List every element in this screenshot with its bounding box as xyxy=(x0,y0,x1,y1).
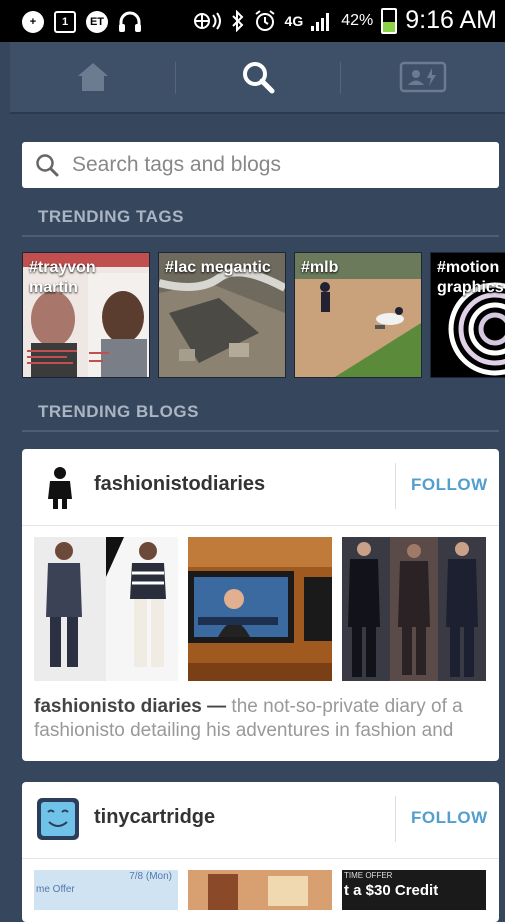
tag-label: #motion graphics xyxy=(437,259,504,296)
et-app-icon: ET xyxy=(86,11,108,33)
blog-name[interactable]: tinycartridge xyxy=(94,806,215,829)
tag-tile[interactable]: #lac megantic xyxy=(158,252,286,378)
clock: 9:16 AM xyxy=(405,6,497,34)
post-image xyxy=(342,537,486,681)
thumbnail-text: t a $30 Credit xyxy=(344,882,439,899)
tag-tile[interactable]: #mlb xyxy=(294,252,422,378)
tag-label: #lac megantic xyxy=(165,259,271,276)
bluetooth-icon xyxy=(231,9,243,32)
post-image xyxy=(188,870,332,910)
header-divider xyxy=(395,463,396,509)
search-icon xyxy=(242,62,274,94)
tag-label: #mlb xyxy=(301,259,339,276)
blog-card-header: tinycartridge FOLLOW xyxy=(22,782,499,859)
follow-button[interactable]: FOLLOW xyxy=(411,475,488,495)
blog-post-thumbnail[interactable]: TIME OFFER t a $30 Credit xyxy=(342,870,486,910)
blog-avatar[interactable] xyxy=(36,796,80,842)
search-input[interactable] xyxy=(70,152,474,178)
activity-icon xyxy=(399,61,446,93)
thumbnail-text: 7/8 (Mon) xyxy=(129,871,172,882)
tag-tile[interactable]: #trayvon martin xyxy=(22,252,150,378)
search-box[interactable] xyxy=(22,142,499,188)
blog-post-thumbnail[interactable]: 7/8 (Mon) me Offer xyxy=(34,870,178,910)
header-divider xyxy=(395,796,396,842)
section-divider xyxy=(22,235,499,237)
add-notification-icon: + xyxy=(22,11,44,33)
post-image xyxy=(188,537,332,681)
nav-activity-tab[interactable] xyxy=(340,42,505,112)
section-divider xyxy=(22,430,499,432)
search-icon xyxy=(36,154,59,177)
tag-label: #trayvon martin xyxy=(29,259,96,296)
alarm-icon xyxy=(254,9,275,31)
trending-tags-carousel[interactable]: #trayvon martin #lac megantic #mlb #moti… xyxy=(22,252,505,378)
nav-home-tab[interactable] xyxy=(10,42,175,112)
blog-post-thumbnail[interactable] xyxy=(34,537,178,681)
blog-post-thumbnail[interactable] xyxy=(188,870,332,910)
trending-blogs-heading: TRENDING BLOGS xyxy=(38,402,199,421)
blog-thumbnails: 7/8 (Mon) me Offer TIME OFFER t a $30 Cr… xyxy=(34,870,499,910)
blog-post-thumbnail[interactable] xyxy=(342,537,486,681)
post-image xyxy=(34,537,178,681)
headphones-icon xyxy=(119,11,141,32)
blog-card[interactable]: tinycartridge FOLLOW 7/8 (Mon) me Offer … xyxy=(22,782,499,922)
home-icon xyxy=(77,63,108,91)
thumbnail-text: me Offer xyxy=(36,884,75,895)
trending-tags-heading: TRENDING TAGS xyxy=(38,207,184,226)
blog-thumbnails xyxy=(34,537,499,681)
blog-post-thumbnail[interactable] xyxy=(188,537,332,681)
blog-description: fashionisto diaries — the not-so-private… xyxy=(34,695,492,743)
blog-name[interactable]: fashionistodiaries xyxy=(94,473,265,496)
status-right-icons: 4G 42% 9:16 AM xyxy=(193,6,497,35)
signal-icon xyxy=(311,12,330,31)
network-type-label: 4G xyxy=(284,12,304,29)
calendar-notification-icon: 1 xyxy=(54,11,76,33)
blog-card-header: fashionistodiaries FOLLOW xyxy=(22,449,499,526)
thumbnail-text: TIME OFFER xyxy=(344,871,393,880)
status-left-icons: + 1 ET xyxy=(22,11,142,33)
tag-tile[interactable]: #motion graphics xyxy=(430,252,505,378)
blog-title: fashionisto diaries — xyxy=(34,696,227,717)
blog-card[interactable]: fashionistodiaries FOLLOW fashionisto di… xyxy=(22,449,499,761)
top-nav-bar xyxy=(10,42,505,114)
blog-avatar[interactable] xyxy=(40,463,80,509)
battery-percent: 42% xyxy=(341,11,374,29)
nav-search-tab[interactable] xyxy=(175,42,340,112)
follow-button[interactable]: FOLLOW xyxy=(411,808,488,828)
nfc-icon xyxy=(193,11,221,30)
battery-icon xyxy=(381,7,398,34)
status-bar: + 1 ET 4G 42% 9:16 AM xyxy=(0,0,505,42)
